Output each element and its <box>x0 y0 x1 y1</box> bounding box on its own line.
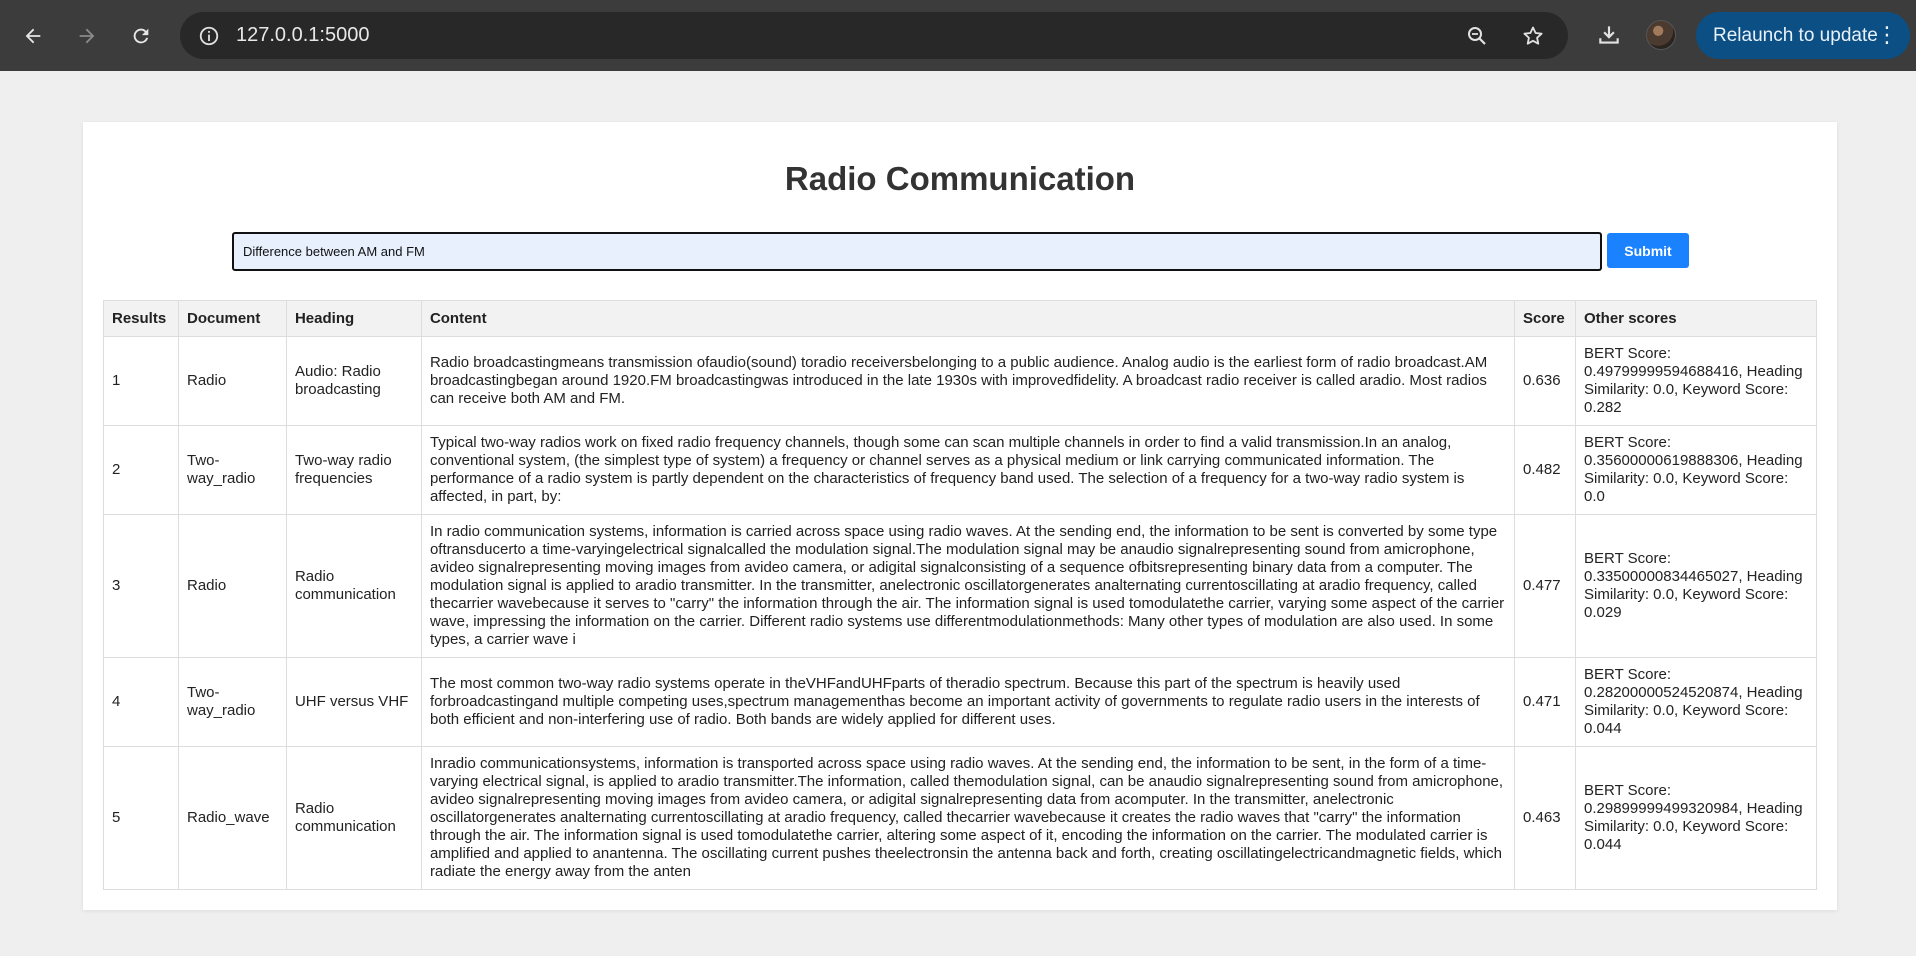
header-document: Document <box>177 300 287 337</box>
score-value: 0.471 <box>1514 657 1577 747</box>
document-name: Two-way_radio <box>177 425 287 515</box>
address-bar[interactable]: 127.0.0.1:5000 <box>180 12 1568 59</box>
score-value: 0.477 <box>1514 514 1577 658</box>
url-text[interactable]: 127.0.0.1:5000 <box>236 24 369 47</box>
content-text: The most common two-way radio systems op… <box>420 657 1516 747</box>
more-menu-icon[interactable]: ⋮ <box>1876 22 1898 48</box>
header-heading: Heading <box>285 300 422 337</box>
content-text: Typical two-way radios work on fixed rad… <box>420 425 1516 515</box>
header-results: Results <box>103 300 179 337</box>
result-rank: 4 <box>103 657 179 747</box>
header-other-scores: Other scores <box>1575 300 1817 337</box>
section-heading: UHF versus VHF <box>285 657 422 747</box>
section-heading: Audio: Radio broadcasting <box>285 336 422 426</box>
query-input[interactable] <box>232 232 1602 271</box>
download-icon[interactable] <box>1592 18 1626 52</box>
document-name: Radio_wave <box>177 746 287 890</box>
content-text: In radio communication systems, informat… <box>420 514 1516 658</box>
document-name: Two-way_radio <box>177 657 287 747</box>
zoom-icon[interactable] <box>1460 19 1494 53</box>
results-table: Results Document Heading Content Score O… <box>103 300 1817 890</box>
forward-arrow-icon[interactable] <box>67 16 107 56</box>
table-header-row: Results Document Heading Content Score O… <box>103 300 1817 337</box>
relaunch-to-update-button[interactable]: Relaunch to update ⋮ <box>1696 12 1910 59</box>
back-arrow-icon[interactable] <box>13 16 53 56</box>
document-name: Radio <box>177 514 287 658</box>
profile-avatar[interactable] <box>1646 20 1676 50</box>
result-rank: 1 <box>103 336 179 426</box>
section-heading: Radio communication <box>285 514 422 658</box>
bookmark-star-icon[interactable] <box>1516 19 1550 53</box>
site-info-icon[interactable] <box>196 23 222 49</box>
score-value: 0.482 <box>1514 425 1577 515</box>
relaunch-label: Relaunch to update <box>1713 24 1878 46</box>
result-rank: 5 <box>103 746 179 890</box>
other-scores: BERT Score: 0.28200000524520874, Heading… <box>1575 657 1817 747</box>
document-name: Radio <box>177 336 287 426</box>
content-text: Inradio communicationsystems, informatio… <box>420 746 1516 890</box>
reload-icon[interactable] <box>121 16 161 56</box>
content-card: Radio Communication Submit Results Docum… <box>83 122 1837 910</box>
other-scores: BERT Score: 0.49799999594688416, Heading… <box>1575 336 1817 426</box>
table-row: 5 Radio_wave Radio communication Inradio… <box>103 746 1817 890</box>
other-scores: BERT Score: 0.33500000834465027, Heading… <box>1575 514 1817 658</box>
table-row: 2 Two-way_radio Two-way radio frequencie… <box>103 425 1817 515</box>
section-heading: Two-way radio frequencies <box>285 425 422 515</box>
header-content: Content <box>420 300 1516 337</box>
content-text: Radio broadcastingmeans transmission ofa… <box>420 336 1516 426</box>
browser-toolbar: 127.0.0.1:5000 Relaunch to update ⋮ <box>0 0 1916 71</box>
result-rank: 3 <box>103 514 179 658</box>
table-row: 3 Radio Radio communication In radio com… <box>103 514 1817 658</box>
submit-button[interactable]: Submit <box>1607 233 1689 268</box>
other-scores: BERT Score: 0.35600000619888306, Heading… <box>1575 425 1817 515</box>
table-row: 4 Two-way_radio UHF versus VHF The most … <box>103 657 1817 747</box>
header-score: Score <box>1514 300 1577 337</box>
result-rank: 2 <box>103 425 179 515</box>
table-row: 1 Radio Audio: Radio broadcasting Radio … <box>103 336 1817 426</box>
score-value: 0.636 <box>1514 336 1577 426</box>
page-title: Radio Communication <box>784 160 1136 197</box>
other-scores: BERT Score: 0.29899999499320984, Heading… <box>1575 746 1817 890</box>
section-heading: Radio communication <box>285 746 422 890</box>
score-value: 0.463 <box>1514 746 1577 890</box>
